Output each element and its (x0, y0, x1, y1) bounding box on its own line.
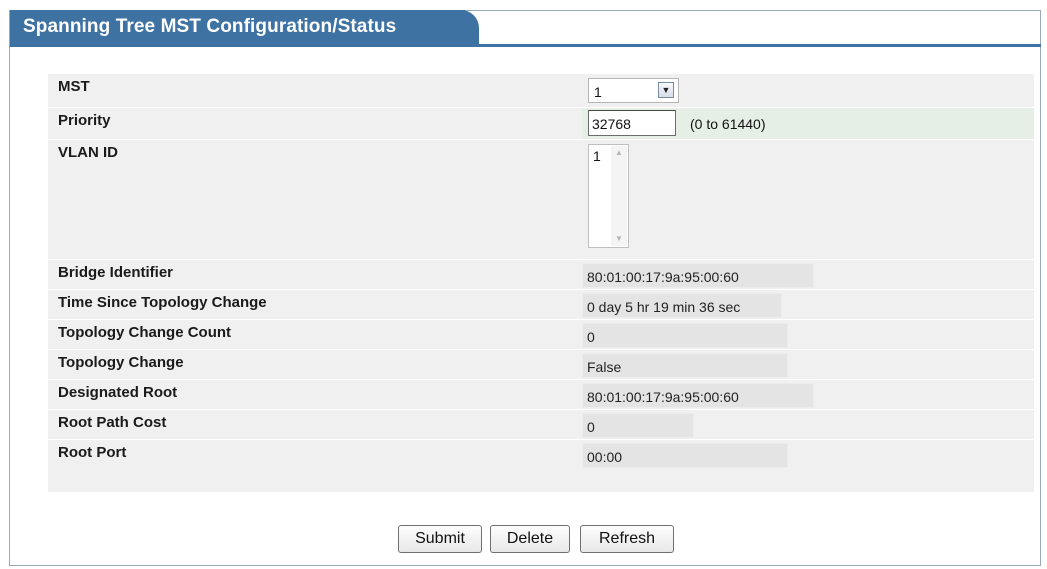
priority-value-col: 32768 (0 to 61440) (582, 108, 1034, 139)
vlan-id-value-col: 1 ▲ ▼ (582, 140, 1034, 259)
root-path-cost-value-col: 0 (582, 410, 1034, 439)
row-mst: MST 1 ▼ (48, 74, 1034, 108)
page-title: Spanning Tree MST Configuration/Status (23, 16, 397, 37)
root-port-value-col: 00:00 (582, 440, 1034, 470)
topology-change-count-value: 0 (582, 323, 788, 348)
bridge-identifier-label: Bridge Identifier (58, 264, 174, 281)
vlan-id-scrollbar[interactable]: ▲ ▼ (611, 146, 627, 246)
row-time-since-topology-change: Time Since Topology Change 0 day 5 hr 19… (48, 290, 1034, 320)
mst-selected-value: 1 (594, 84, 602, 100)
row-topology-change-count: Topology Change Count 0 (48, 320, 1034, 350)
root-path-cost-label: Root Path Cost (58, 414, 167, 431)
row-root-path-cost: Root Path Cost 0 (48, 410, 1034, 440)
designated-root-label: Designated Root (58, 384, 178, 401)
root-path-cost-value: 0 (582, 413, 694, 438)
form-table: MST 1 ▼ Priority 32768 (0 to 61440) VLAN… (48, 74, 1034, 492)
panel-title-bar: Spanning Tree MST Configuration/Status (10, 10, 479, 44)
time-since-topology-change-value: 0 day 5 hr 19 min 36 sec (582, 293, 782, 318)
title-underline (10, 44, 1041, 47)
time-since-topology-change-value-col: 0 day 5 hr 19 min 36 sec (582, 290, 1034, 319)
priority-range-hint: (0 to 61440) (690, 116, 766, 132)
priority-input[interactable]: 32768 (588, 110, 676, 136)
refresh-button[interactable]: Refresh (580, 525, 674, 553)
mst-select[interactable]: 1 ▼ (588, 78, 679, 103)
delete-button[interactable]: Delete (490, 525, 570, 553)
mst-value-col: 1 ▼ (582, 74, 1034, 107)
row-topology-change: Topology Change False (48, 350, 1034, 380)
designated-root-value: 80:01:00:17:9a:95:00:60 (582, 383, 814, 408)
row-designated-root: Designated Root 80:01:00:17:9a:95:00:60 (48, 380, 1034, 410)
bridge-identifier-value-col: 80:01:00:17:9a:95:00:60 (582, 260, 1034, 289)
vlan-id-option[interactable]: 1 (593, 148, 601, 164)
row-vlan-id: VLAN ID 1 ▲ ▼ (48, 140, 1034, 260)
topology-change-value: False (582, 353, 788, 378)
mst-label: MST (58, 78, 90, 95)
chevron-down-icon[interactable]: ▼ (658, 82, 674, 98)
root-port-value: 00:00 (582, 443, 788, 468)
designated-root-value-col: 80:01:00:17:9a:95:00:60 (582, 380, 1034, 409)
topology-change-label: Topology Change (58, 354, 184, 371)
row-priority: Priority 32768 (0 to 61440) (48, 108, 1034, 140)
time-since-topology-change-label: Time Since Topology Change (58, 294, 267, 311)
vlan-id-label: VLAN ID (58, 144, 118, 161)
topology-change-count-value-col: 0 (582, 320, 1034, 349)
scroll-up-arrow-icon[interactable]: ▲ (614, 148, 624, 158)
submit-button[interactable]: Submit (398, 525, 482, 553)
row-bridge-identifier: Bridge Identifier 80:01:00:17:9a:95:00:6… (48, 260, 1034, 290)
scroll-down-arrow-icon[interactable]: ▼ (614, 234, 624, 244)
priority-label: Priority (58, 112, 111, 129)
topology-change-count-label: Topology Change Count (58, 324, 232, 341)
topology-change-value-col: False (582, 350, 1034, 379)
root-port-label: Root Port (58, 444, 127, 461)
vlan-id-listbox[interactable]: 1 ▲ ▼ (588, 144, 629, 248)
row-root-port: Root Port 00:00 (48, 440, 1034, 470)
bridge-identifier-value: 80:01:00:17:9a:95:00:60 (582, 263, 814, 288)
